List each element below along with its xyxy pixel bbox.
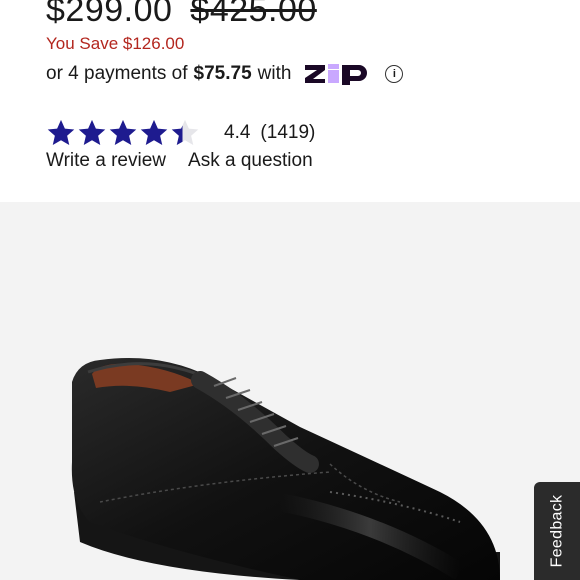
rating-value: 4.4 [224,122,251,143]
partial-star-icon [171,119,199,145]
review-count[interactable]: (1419) [260,122,315,144]
star-icon [78,119,106,145]
installment-prefix: or 4 payments of [46,63,188,84]
star-icon [47,119,75,145]
star-icon [109,119,137,145]
product-image-gallery[interactable] [0,202,580,580]
savings-text: You Save $126.00 [46,34,185,53]
rating-summary[interactable]: 4.4 (1419) [46,118,315,148]
installment-suffix: with [257,63,292,84]
price-block: $299.00 $425.00 [46,0,317,30]
star-rating [46,118,200,148]
star-icon [140,119,168,145]
zip-logo [303,62,371,86]
product-image[interactable] [0,202,580,580]
ask-question-link[interactable]: Ask a question [188,150,313,172]
write-review-link[interactable]: Write a review [46,150,166,172]
original-price: $425.00 [190,0,317,29]
info-icon[interactable]: i [385,65,404,83]
sale-price: $299.00 [46,0,173,29]
installment-amount: $75.75 [193,63,252,84]
review-links: Write a review Ask a question [46,150,313,172]
feedback-button[interactable]: Feedback [534,482,580,580]
feedback-label: Feedback [548,494,566,568]
installment-offer: or 4 payments of $75.75 with i [46,60,404,88]
